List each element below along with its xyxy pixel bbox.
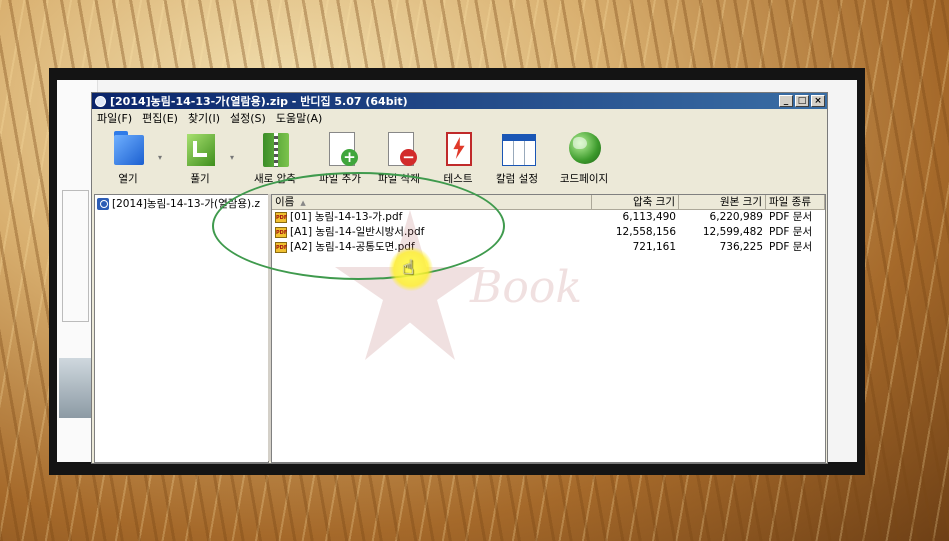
file-original-size: 12,599,482 [702, 226, 763, 238]
extract-dropdown-icon[interactable]: ▾ [230, 153, 234, 162]
test-button[interactable]: 테스트 [428, 131, 488, 186]
column-settings-icon [500, 131, 536, 167]
file-compressed-size: 6,113,490 [622, 211, 676, 223]
watermark-text: Book [470, 262, 582, 313]
delete-file-icon: − [382, 131, 417, 167]
folder-open-icon [111, 131, 145, 167]
menu-settings[interactable]: 설정(S) [230, 110, 266, 126]
hand-cursor-icon: ☝ [402, 255, 415, 279]
file-original-size: 6,220,989 [709, 211, 763, 223]
background-chart [62, 190, 89, 322]
codepage-label: 코드페이지 [559, 173, 609, 185]
title-bar[interactable]: [2014]농림-14-13-가(열람용).zip - 반디집 5.07 (64… [92, 93, 827, 109]
column-settings-label: 칼럼 설정 [496, 173, 538, 185]
column-file-type-header[interactable]: 파일 종류 [766, 195, 825, 209]
app-icon [95, 95, 106, 107]
column-settings-button[interactable]: 칼럼 설정 [487, 131, 547, 186]
globe-icon [567, 131, 601, 167]
file-compressed-size: 721,161 [632, 241, 676, 253]
column-compressed-size-header[interactable]: 압축 크기 [592, 195, 679, 209]
file-type: PDF 문서 [769, 211, 813, 223]
extract-button[interactable]: 풀기 [170, 131, 230, 186]
toolbar: 열기 ▾ 풀기 ▾ 새로 압축 + 파일 추가 − 파일 삭제 테스트 칼럼 설… [92, 127, 827, 193]
column-original-size-header[interactable]: 원본 크기 [679, 195, 766, 209]
annotation-ellipse [212, 172, 505, 280]
window-title: [2014]농림-14-13-가(열람용).zip - 반디집 5.07 (64… [110, 95, 408, 108]
menu-help[interactable]: 도움말(A) [276, 110, 322, 126]
menu-file[interactable]: 파일(F) [97, 110, 132, 126]
file-compressed-size: 12,558,156 [615, 226, 676, 238]
file-type: PDF 문서 [769, 226, 813, 238]
open-label: 열기 [118, 173, 138, 185]
test-icon [441, 131, 475, 167]
codepage-button[interactable]: 코드페이지 [554, 131, 614, 186]
menu-bar: 파일(F) 편집(E) 찾기(I) 설정(S) 도움말(A) [92, 109, 827, 127]
minimize-button[interactable]: _ [779, 95, 793, 107]
new-archive-icon [258, 131, 292, 167]
add-file-icon: + [323, 131, 358, 167]
file-type: PDF 문서 [769, 241, 813, 253]
menu-edit[interactable]: 편집(E) [142, 110, 178, 126]
close-button[interactable]: × [811, 95, 825, 107]
file-original-size: 736,225 [719, 241, 763, 253]
extract-label: 풀기 [190, 173, 210, 185]
open-dropdown-icon[interactable]: ▾ [158, 153, 162, 162]
open-button[interactable]: 열기 [98, 131, 158, 186]
extract-icon [183, 131, 217, 167]
archive-icon [97, 197, 109, 210]
background-photo [59, 358, 95, 418]
maximize-button[interactable]: □ [795, 95, 809, 107]
menu-find[interactable]: 찾기(I) [188, 110, 220, 126]
